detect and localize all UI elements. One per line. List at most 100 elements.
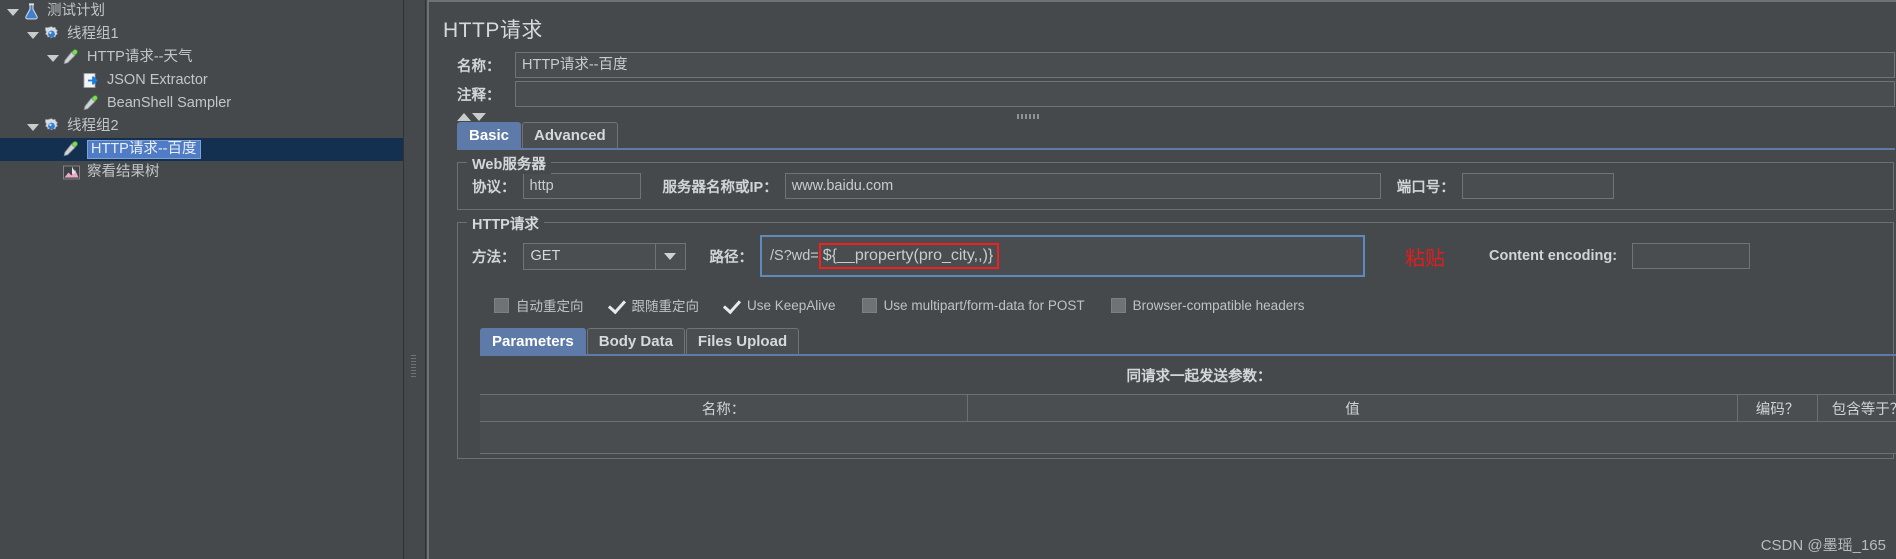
- tab-body-data[interactable]: Body Data: [586, 328, 685, 354]
- option-label: 跟随重定向: [631, 299, 700, 314]
- server-label: 服务器名称或IP：: [662, 179, 778, 196]
- chevron-down-icon[interactable]: [654, 243, 685, 269]
- chevron-down-icon[interactable]: [46, 51, 59, 64]
- method-label: 方法：: [472, 249, 516, 266]
- option-3[interactable]: Use multipart/form-data for POST: [861, 297, 1085, 313]
- checkbox-checked-icon[interactable]: [725, 298, 740, 313]
- tree-item-label: 察看结果树: [87, 164, 160, 181]
- tab-files-upload[interactable]: Files Upload: [685, 328, 800, 354]
- column-header-1[interactable]: 值: [968, 395, 1738, 421]
- option-label: Browser-compatible headers: [1132, 297, 1305, 313]
- option-label: Use multipart/form-data for POST: [883, 297, 1085, 313]
- results-tree-icon: [62, 163, 81, 182]
- method-path-row: 方法： GET 路径： /S?wd= ${__property(pro_city,…: [458, 231, 1893, 281]
- flask-icon: [22, 2, 41, 21]
- protocol-input[interactable]: http: [522, 173, 641, 199]
- content-encoding-label: Content encoding:: [1489, 248, 1618, 264]
- column-header-0[interactable]: 名称：: [480, 395, 968, 421]
- comment-row: 注释：: [435, 81, 1896, 107]
- port-wrap: 端口号：: [1397, 173, 1614, 199]
- test-plan-tree[interactable]: 测试计划线程组1 HTTP请求--天气 JSON Extractor BeanShel…: [0, 0, 404, 559]
- checkbox-unchecked-icon[interactable]: [494, 297, 509, 313]
- path-input[interactable]: /S?wd= ${__property(pro_city,,)}: [760, 235, 1365, 277]
- tree-item-label: HTTP请求--天气: [87, 49, 193, 66]
- path-label: 路径：: [709, 249, 754, 266]
- path-highlight-text: ${__property(pro_city,,)}: [818, 243, 1000, 269]
- content-encoding-input[interactable]: [1632, 243, 1751, 269]
- dropper-icon: [62, 140, 81, 159]
- tree-item-1[interactable]: 线程组1: [0, 23, 403, 46]
- collapse-down-icon[interactable]: [472, 113, 486, 121]
- checkbox-unchecked-icon[interactable]: [861, 297, 877, 313]
- option-2[interactable]: Use KeepAlive: [725, 298, 836, 313]
- gear-icon: [42, 25, 61, 44]
- request-options[interactable]: 自动重定向 跟随重定向 Use KeepAlive Use multipart/for…: [494, 295, 1893, 315]
- tree-item-7[interactable]: 察看结果树: [0, 161, 403, 184]
- http-request-group-title: HTTP请求: [467, 213, 544, 234]
- name-input[interactable]: HTTP请求--百度: [515, 52, 1895, 78]
- chevron-down-icon[interactable]: [26, 28, 39, 41]
- page-title: HTTP请求: [443, 19, 543, 42]
- path-prefix-text: /S?wd=: [770, 248, 819, 264]
- port-input[interactable]: [1461, 173, 1614, 199]
- http-request-editor: HTTP请求 名称： HTTP请求--百度 注释： Basic Advanced …: [427, 0, 1896, 559]
- gear-icon: [42, 117, 61, 136]
- tree-item-5[interactable]: 线程组2: [0, 115, 403, 138]
- port-label: 端口号：: [1396, 179, 1455, 196]
- dropper-icon: [82, 94, 101, 113]
- protocol-label: 协议：: [472, 179, 516, 196]
- jmeter-window: 测试计划线程组1 HTTP请求--天气 JSON Extractor BeanShel…: [0, 0, 1896, 559]
- option-0[interactable]: 自动重定向: [494, 295, 584, 315]
- method-select[interactable]: GET: [522, 242, 686, 270]
- tree-item-4[interactable]: BeanShell Sampler: [0, 92, 403, 115]
- collapse-up-icon[interactable]: [457, 113, 471, 121]
- parameters-table-header: 名称：值编码？包含等于？: [480, 394, 1896, 422]
- web-server-group: Web服务器 协议： http 服务器名称或IP： www.baidu.com …: [457, 153, 1894, 210]
- tab-advanced[interactable]: Advanced: [522, 122, 618, 148]
- tree-item-label: HTTP请求--百度: [87, 139, 201, 160]
- comment-input[interactable]: [515, 81, 1895, 107]
- tab-parameters[interactable]: Parameters: [480, 328, 586, 354]
- tree-item-label: 线程组1: [67, 26, 119, 43]
- parameters-table-body[interactable]: [480, 422, 1896, 454]
- parameters-caption: 同请求一起发送参数：: [1126, 369, 1272, 385]
- web-server-group-title: Web服务器: [467, 153, 551, 174]
- chevron-down-icon[interactable]: [26, 120, 39, 133]
- tree-item-label: BeanShell Sampler: [107, 95, 232, 112]
- drag-handle-dots-icon[interactable]: [1017, 114, 1041, 119]
- web-server-row: 协议： http 服务器名称或IP： www.baidu.com 端口号：: [458, 171, 1893, 201]
- chevron-down-icon[interactable]: [6, 5, 19, 18]
- comment-label: 注释：: [457, 87, 501, 104]
- checkbox-unchecked-icon[interactable]: [1110, 297, 1126, 313]
- editor-tabs[interactable]: Basic Advanced: [457, 122, 1895, 150]
- tree-item-label: 测试计划: [47, 3, 105, 20]
- option-1[interactable]: 跟随重定向: [610, 295, 700, 315]
- option-label: Use KeepAlive: [747, 297, 836, 313]
- tree-item-label: JSON Extractor: [107, 72, 208, 89]
- collapse-controls[interactable]: [457, 110, 1896, 124]
- http-request-group: HTTP请求 方法： GET 路径： /S?wd= ${__property(pr…: [457, 213, 1896, 459]
- parameters-area: 同请求一起发送参数： 名称：值编码？包含等于？: [480, 356, 1896, 454]
- tree-item-2[interactable]: HTTP请求--天气: [0, 46, 403, 69]
- tree-item-0[interactable]: 测试计划: [0, 0, 403, 23]
- tree-item-6[interactable]: HTTP请求--百度: [0, 138, 403, 161]
- request-data-tabs[interactable]: Parameters Body Data Files Upload: [480, 328, 1896, 356]
- watermark: CSDN @墨瑶_165: [1760, 537, 1886, 554]
- tab-basic[interactable]: Basic: [457, 122, 522, 148]
- column-header-3[interactable]: 包含等于？: [1818, 395, 1896, 421]
- extractor-icon: [82, 71, 101, 90]
- method-select-value: GET: [530, 247, 561, 264]
- tree-item-3[interactable]: JSON Extractor: [0, 69, 403, 92]
- splitter-grip[interactable]: [411, 355, 416, 377]
- checkbox-checked-icon[interactable]: [610, 298, 625, 313]
- panel-splitter[interactable]: [404, 0, 426, 559]
- name-label: 名称：: [457, 58, 501, 75]
- server-name-input[interactable]: www.baidu.com: [784, 173, 1381, 199]
- option-4[interactable]: Browser-compatible headers: [1110, 297, 1305, 313]
- paste-annotation: 粘贴: [1405, 247, 1445, 270]
- column-header-2[interactable]: 编码？: [1738, 395, 1818, 421]
